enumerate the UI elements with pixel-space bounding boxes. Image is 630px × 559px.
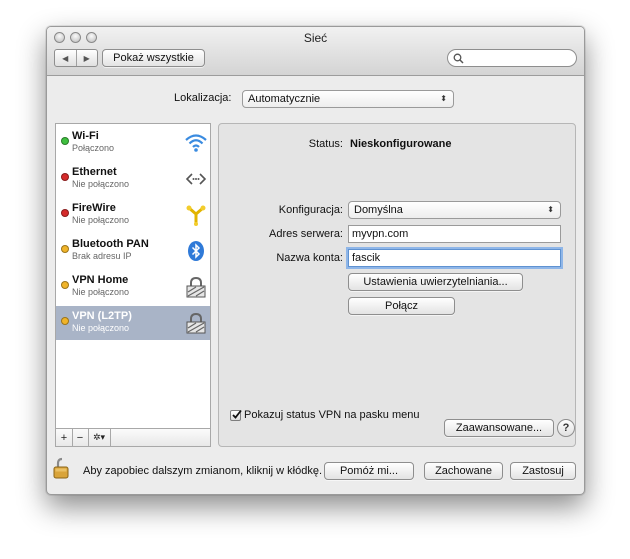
popup-arrows-icon: ⬍	[547, 205, 554, 214]
status-dot-icon	[61, 317, 69, 325]
service-name: FireWire	[72, 202, 116, 214]
vpn-lock-icon	[184, 312, 208, 334]
remove-service-button[interactable]: −	[72, 429, 89, 446]
location-popup[interactable]: Automatycznie ⬍	[242, 90, 454, 108]
lock-message: Aby zapobiec dalszym zmianom, kliknij w …	[83, 465, 323, 477]
back-forward-control[interactable]: ◀ ▶	[54, 49, 98, 67]
window-title: Sieć	[303, 31, 328, 45]
service-name: Bluetooth PAN	[72, 238, 149, 250]
show-vpn-status-checkbox[interactable]	[230, 409, 242, 421]
authentication-settings-button[interactable]: Ustawienia uwierzytelniania...	[348, 273, 523, 291]
firewire-icon	[184, 204, 208, 226]
status-dot-icon	[61, 281, 69, 289]
service-name: VPN Home	[72, 274, 129, 286]
location-label: Lokalizacja:	[174, 92, 232, 104]
network-preferences-window: Sieć ◀ ▶ Pokaż wszystkie Lokalizacja: Au…	[46, 26, 585, 495]
vpn-lock-icon	[184, 276, 208, 298]
service-detail-panel: Status: Nieskonfigurowane Konfiguracja: …	[218, 123, 576, 447]
service-name: VPN (L2TP)	[72, 310, 132, 322]
search-input[interactable]	[447, 49, 577, 67]
advanced-button[interactable]: Zaawansowane...	[444, 419, 554, 437]
service-list: Wi-Fi Połączono Ethernet Nie połączono FireW…	[55, 123, 211, 429]
server-address-label: Adres serwera:	[269, 228, 343, 240]
revert-button[interactable]: Zachowane	[424, 462, 503, 480]
account-name-field[interactable]: fascik	[348, 249, 561, 267]
status-dot-icon	[61, 137, 69, 145]
forward-icon[interactable]: ▶	[77, 50, 98, 66]
help-button[interactable]: ?	[557, 419, 575, 437]
configuration-value: Domyślna	[354, 204, 403, 216]
location-value: Automatycznie	[248, 93, 321, 105]
service-status: Połączono	[72, 143, 115, 153]
service-item[interactable]: FireWire Nie połączono	[56, 198, 210, 232]
show-vpn-status-label[interactable]: Pokazuj status VPN na pasku menu	[244, 409, 419, 421]
status-dot-icon	[61, 209, 69, 217]
service-item[interactable]: Wi-Fi Połączono	[56, 126, 210, 160]
apply-button[interactable]: Zastosuj	[510, 462, 576, 480]
status-dot-icon	[61, 245, 69, 253]
wifi-icon	[184, 132, 208, 154]
connect-button[interactable]: Połącz	[348, 297, 455, 315]
service-status: Nie połączono	[72, 323, 130, 333]
status-dot-icon	[61, 173, 69, 181]
service-name: Ethernet	[72, 166, 117, 178]
gear-icon[interactable]: ✲▾	[88, 429, 111, 446]
service-name: Wi-Fi	[72, 130, 99, 142]
server-address-field[interactable]: myvpn.com	[348, 225, 561, 243]
add-service-button[interactable]: +	[56, 429, 73, 446]
show-all-button[interactable]: Pokaż wszystkie	[102, 49, 205, 67]
assist-me-button[interactable]: Pomóż mi...	[324, 462, 414, 480]
back-icon[interactable]: ◀	[55, 50, 77, 66]
lock-icon[interactable]	[53, 457, 71, 479]
checkmark-icon	[232, 409, 242, 419]
ethernet-icon	[184, 168, 208, 190]
account-name-label: Nazwa konta:	[276, 252, 343, 264]
search-icon	[453, 53, 464, 64]
service-item[interactable]: VPN Home Nie połączono	[56, 270, 210, 304]
status-label: Status:	[308, 138, 343, 150]
configuration-label: Konfiguracja:	[278, 204, 343, 216]
service-status: Nie połączono	[72, 215, 130, 225]
service-status: Brak adresu IP	[72, 251, 132, 261]
service-status: Nie połączono	[72, 179, 130, 189]
service-status: Nie połączono	[72, 287, 130, 297]
service-item[interactable]: Bluetooth PAN Brak adresu IP	[56, 234, 210, 268]
service-item[interactable]: Ethernet Nie połączono	[56, 162, 210, 196]
service-item[interactable]: VPN (L2TP) Nie połączono	[56, 306, 210, 340]
bluetooth-icon	[184, 240, 208, 262]
service-list-controls: + − ✲▾	[55, 429, 211, 447]
titlebar: Sieć ◀ ▶ Pokaż wszystkie	[47, 27, 584, 76]
configuration-popup[interactable]: Domyślna ⬍	[348, 201, 561, 219]
popup-arrows-icon: ⬍	[440, 94, 447, 103]
status-value: Nieskonfigurowane	[350, 138, 452, 150]
